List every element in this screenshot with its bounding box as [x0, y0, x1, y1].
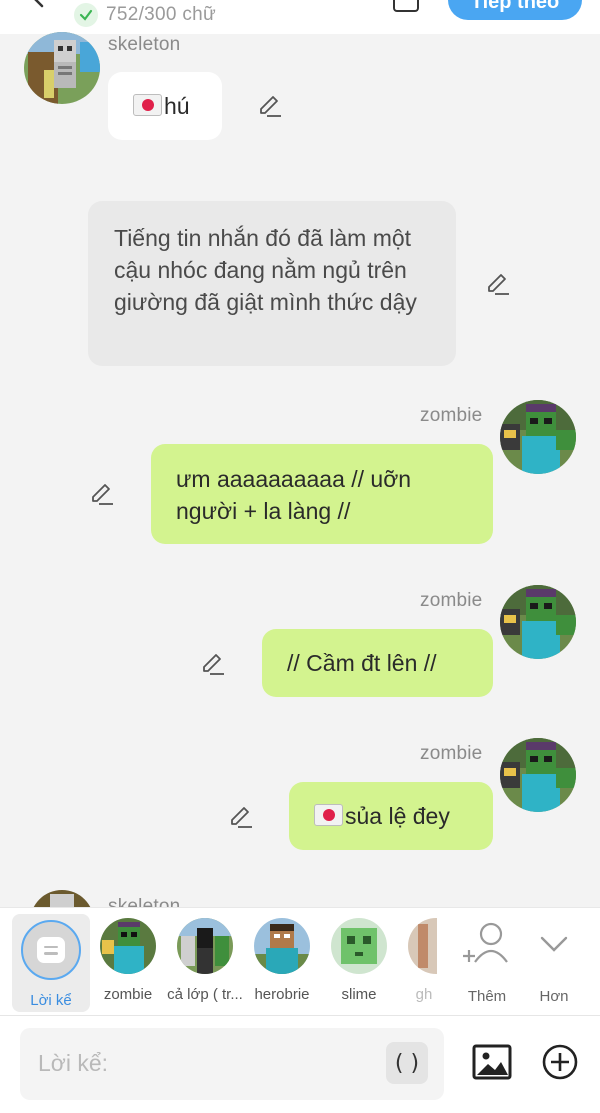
character-avatar	[100, 918, 156, 974]
sender-name: zombie	[420, 743, 483, 764]
message-text: hú	[164, 93, 190, 119]
character-label: slime	[341, 986, 377, 1003]
character-label: cả lớp ( tr...	[167, 986, 243, 1003]
sender-name: skeleton	[108, 34, 181, 55]
character-avatar	[408, 918, 437, 974]
person-add-icon	[463, 922, 508, 963]
next-button[interactable]: Tiếp theo	[448, 0, 582, 20]
envelope-heart-icon	[314, 804, 343, 826]
narrator-icon	[21, 920, 81, 980]
message-text-line: người + la làng //	[176, 498, 351, 524]
message-bubble[interactable]: ưm aaaaaaaaaa // uỡn người + la làng //	[151, 444, 493, 544]
add-character-button[interactable]: Thêm	[457, 918, 517, 1008]
save-icon[interactable]	[393, 0, 419, 12]
character-avatar	[177, 918, 233, 974]
word-count: 752/300 chữ	[106, 4, 217, 25]
message-text-line: ưm aaaaaaaaaa // uỡn	[176, 466, 412, 492]
character-herobrine[interactable]: herobrie	[245, 908, 319, 1008]
character-avatar	[331, 918, 387, 974]
message-bubble[interactable]: sủa lệ đey	[289, 782, 493, 850]
message-bubble[interactable]: // Cầm đt lên //	[262, 629, 493, 697]
message-bubble[interactable]: hú	[108, 72, 222, 140]
image-icon[interactable]	[472, 1042, 512, 1082]
more-label: Hơn	[539, 988, 569, 1005]
envelope-heart-icon	[133, 94, 162, 116]
narrator-selector[interactable]: Lời kể	[12, 914, 90, 1012]
character-label: gh	[415, 986, 433, 1003]
sender-name: zombie	[420, 590, 483, 611]
avatar-skeleton[interactable]	[24, 32, 100, 104]
avatar-zombie[interactable]	[500, 738, 576, 812]
character-ghost[interactable]: gh	[399, 908, 437, 1008]
more-button[interactable]: Hơn	[524, 918, 584, 1008]
character-zombie[interactable]: zombie	[91, 908, 165, 1008]
top-bar: 752/300 chữ Tiếp theo	[0, 0, 600, 34]
composer-bar: Lời kể: ( )	[0, 1015, 600, 1113]
check-icon	[74, 3, 98, 27]
chevron-down-icon	[540, 936, 568, 952]
narration-text: Tiếng tin nhắn đó đã làm một cậu nhóc đa…	[114, 225, 417, 315]
narration-bubble[interactable]: Tiếng tin nhắn đó đã làm một cậu nhóc đa…	[88, 201, 456, 366]
edit-icon[interactable]	[89, 481, 115, 507]
character-strip: Lời kể zombie cả lớp (tr... herobrie sl…	[0, 907, 600, 1015]
avatar-zombie[interactable]	[500, 585, 576, 659]
avatar-zombie[interactable]	[500, 400, 576, 474]
character-class[interactable]: cả lớp ( tr...	[167, 908, 243, 1008]
plus-circle-icon[interactable]	[541, 1043, 579, 1081]
add-character-label: Thêm	[467, 988, 507, 1005]
character-label: herobrie	[254, 986, 310, 1003]
narrator-label: Lời kể	[30, 992, 72, 1009]
message-text: // Cầm đt lên //	[287, 650, 437, 676]
edit-icon[interactable]	[200, 651, 226, 677]
back-arrow-icon[interactable]	[28, 0, 50, 8]
edit-icon[interactable]	[485, 271, 511, 297]
character-label: zombie	[103, 986, 153, 1003]
sender-name: zombie	[420, 405, 483, 426]
character-avatar	[254, 918, 310, 974]
message-text: sủa lệ đey	[345, 803, 450, 829]
narration-input[interactable]: Lời kể: ( )	[20, 1028, 444, 1100]
paren-button[interactable]: ( )	[386, 1042, 428, 1084]
character-slime[interactable]: slime	[322, 908, 396, 1008]
edit-icon[interactable]	[257, 93, 283, 119]
input-placeholder: Lời kể:	[38, 1050, 109, 1076]
edit-icon[interactable]	[228, 804, 254, 830]
